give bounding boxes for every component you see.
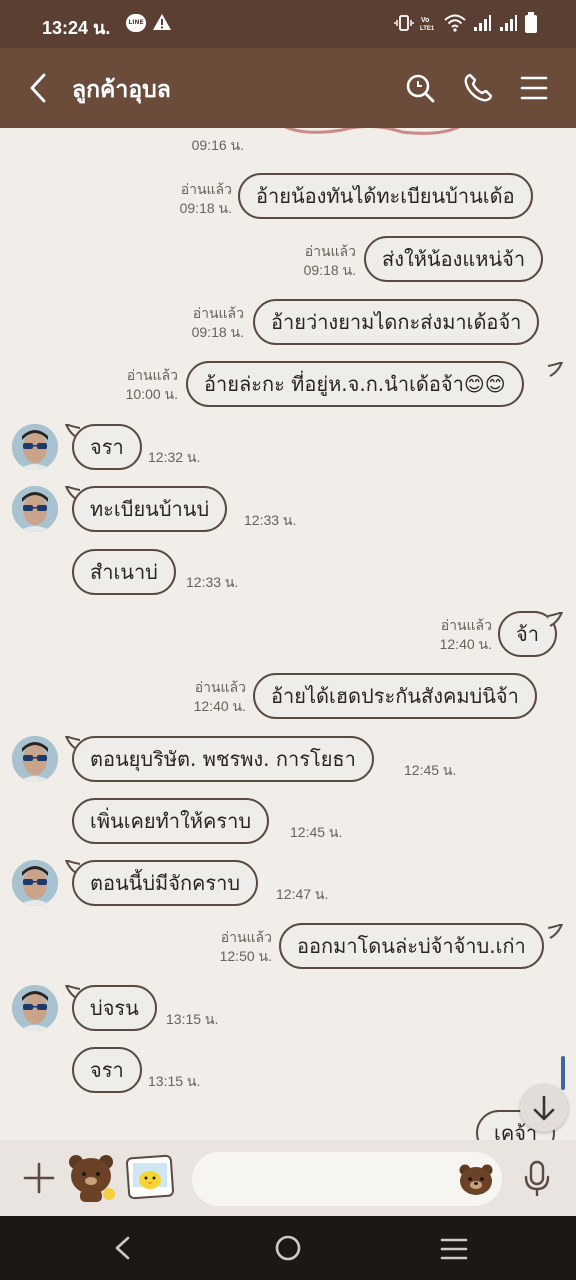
message-time: 09:18 น. <box>179 200 232 216</box>
message-meta: 09:16 น. <box>160 128 244 155</box>
sticker-partial[interactable] <box>262 128 482 140</box>
microphone-icon[interactable] <box>522 1158 552 1202</box>
signal-icon-2 <box>498 13 518 37</box>
search-icon[interactable] <box>404 72 436 108</box>
bubble-tail <box>548 612 564 627</box>
nav-back-icon[interactable] <box>110 1234 136 1266</box>
status-icons: Vo LTE1 <box>394 12 538 38</box>
message-meta: อ่านแล้ว 12:50 น. <box>190 928 272 966</box>
phone-icon[interactable] <box>462 72 494 108</box>
incoming-message-bubble[interactable]: ตอนยุบริษัต. พชรพง. การโยธา <box>72 736 374 782</box>
incoming-message-bubble[interactable]: บ่จรน <box>72 985 157 1031</box>
message-input-bar <box>0 1140 576 1216</box>
message-time: 12:47 น. <box>276 886 329 902</box>
avatar[interactable] <box>12 985 58 1031</box>
system-navigation-bar <box>0 1216 576 1280</box>
avatar[interactable] <box>12 486 58 532</box>
message-meta: อ่านแล้ว 12:40 น. <box>164 678 246 716</box>
message-time: 12:40 น. <box>193 698 246 714</box>
avatar[interactable] <box>12 424 58 470</box>
read-status: อ่านแล้ว <box>220 929 272 945</box>
message-time: 12:45 น. <box>290 824 343 840</box>
message-meta: อ่านแล้ว 09:18 น. <box>162 304 244 342</box>
incoming-message-bubble[interactable]: สำเนาบ่ <box>72 549 176 595</box>
avatar[interactable] <box>12 736 58 782</box>
chat-area[interactable]: 09:16 น. อ่านแล้ว 09:18 น. อ้ายน้องทันได… <box>0 128 576 1140</box>
battery-icon <box>524 12 538 38</box>
svg-text:LTE1: LTE1 <box>420 26 435 32</box>
incoming-message-bubble[interactable]: ทะเบียนบ้านบ่ <box>72 486 228 532</box>
outgoing-message-bubble[interactable]: อ้ายว่างยามไดกะส่งมาเด้อจ้า <box>253 299 540 345</box>
arrow-down-icon <box>533 1095 555 1121</box>
message-time: 12:33 น. <box>244 512 297 528</box>
incoming-message-bubble[interactable]: จรา <box>72 424 142 470</box>
outgoing-message-bubble[interactable]: อ้ายล่ะกะ ที่อยู่ห.จ.ก.นำเด้อจ้า😊😊 <box>186 361 524 407</box>
message-meta: อ่านแล้ว 10:00 น. <box>96 366 178 404</box>
message-time: 12:32 น. <box>148 449 201 465</box>
read-status: อ่านแล้ว <box>440 617 492 633</box>
message-time: 09:18 น. <box>191 324 244 340</box>
scroll-to-bottom-button[interactable] <box>520 1084 568 1132</box>
outgoing-message-bubble[interactable]: อ้ายน้องทันได้ทะเบียนบ้านเด้อ <box>238 173 533 219</box>
bubble-tail <box>548 362 564 377</box>
sticker-image-icon[interactable] <box>125 1154 175 1204</box>
warning-icon <box>152 12 172 36</box>
message-time: 12:45 น. <box>404 762 457 778</box>
outgoing-message-bubble[interactable]: ส่งให้น้องแหน่จ้า <box>364 236 544 282</box>
svg-text:Vo: Vo <box>421 17 429 24</box>
read-status: อ่านแล้ว <box>180 181 232 197</box>
message-meta: อ่านแล้ว 09:18 น. <box>150 180 232 218</box>
message-time: 13:15 น. <box>148 1073 201 1089</box>
outgoing-message-bubble[interactable]: อ้ายได้เฮดประกันสังคมบ่นิจ้า <box>253 673 537 719</box>
incoming-message-bubble[interactable]: ตอนนี้บ่มีจักคราบ <box>72 860 259 906</box>
outgoing-message-bubble[interactable]: ออกมาโดนล่ะบ่จ้าจ้าบ.เก่า <box>279 923 544 969</box>
message-time: 12:50 น. <box>219 948 272 964</box>
read-status: อ่านแล้ว <box>194 679 246 695</box>
message-meta: อ่านแล้ว 12:40 น. <box>410 616 492 654</box>
plus-icon[interactable] <box>22 1158 56 1202</box>
status-time: 13:24 น. <box>42 18 111 38</box>
message-time: 09:16 น. <box>191 137 244 153</box>
message-meta: อ่านแล้ว 09:18 น. <box>274 242 356 280</box>
read-status: อ่านแล้ว <box>126 367 178 383</box>
status-bar: 13:24 น. LINE Vo LTE1 <box>0 0 576 48</box>
signal-icon-1 <box>472 13 492 37</box>
back-arrow-icon[interactable] <box>26 72 52 108</box>
nav-home-icon[interactable] <box>274 1234 302 1266</box>
incoming-message-bubble[interactable]: เพิ่นเคยทำให้คราบ <box>72 798 270 844</box>
chat-header: ลูกค้าอุบล <box>0 48 576 128</box>
message-time: 13:15 น. <box>166 1011 219 1027</box>
message-time: 09:18 น. <box>303 262 356 278</box>
message-time: 12:33 น. <box>186 574 239 590</box>
nav-recents-icon[interactable] <box>440 1236 468 1266</box>
message-time: 12:40 น. <box>439 636 492 652</box>
wifi-icon <box>444 13 466 37</box>
bubble-tail <box>548 924 564 939</box>
message-input[interactable] <box>192 1152 502 1206</box>
vibrate-icon <box>394 13 414 37</box>
brown-bear-sticker-icon[interactable] <box>66 1150 118 1208</box>
emoji-bear-icon[interactable] <box>458 1162 494 1200</box>
chat-title[interactable]: ลูกค้าอุบล <box>72 72 171 108</box>
menu-icon[interactable] <box>520 72 548 108</box>
volte-icon: Vo LTE1 <box>420 13 438 37</box>
read-status: อ่านแล้ว <box>192 305 244 321</box>
line-notification-icon: LINE <box>126 14 146 32</box>
message-time: 10:00 น. <box>125 386 178 402</box>
incoming-message-bubble[interactable]: จรา <box>72 1047 142 1093</box>
avatar[interactable] <box>12 860 58 906</box>
read-status: อ่านแล้ว <box>304 243 356 259</box>
